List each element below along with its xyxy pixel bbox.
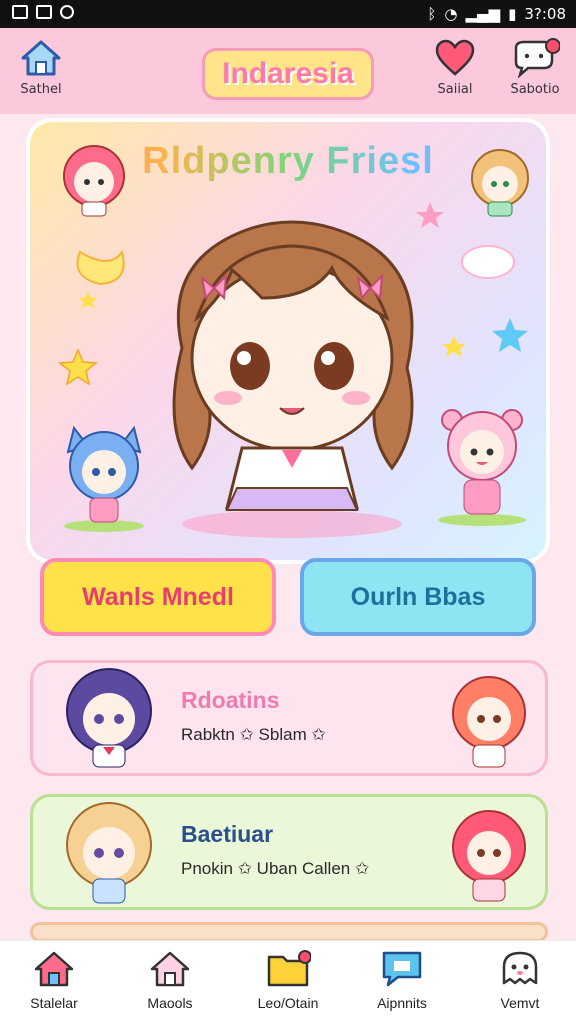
chibi-pink-bear-icon [438, 409, 526, 526]
chibi-purple-hair-avatar [66, 668, 152, 768]
list-card-partial[interactable] [30, 922, 548, 942]
folder-icon [267, 950, 311, 987]
app-header: Sathel Indaresia Saiial Sabotio [0, 28, 576, 114]
action-button-2[interactable]: Ourln Bbas [300, 558, 536, 636]
status-bar: ᛒ ◔ ▂▄▆ ▮ 3?:08 [0, 0, 576, 28]
main-character-illustration [172, 220, 414, 538]
chibi-coral-hair-avatar [452, 676, 526, 768]
ghost-icon [502, 951, 538, 985]
list-card[interactable]: Rdoatins Rabktn ✩ Sblam ✩ [30, 660, 548, 776]
favorites-button[interactable]: Saiial [420, 38, 490, 97]
card-subtitle: Rabktn ✩ Sblam ✩ [181, 725, 326, 744]
home-icon [150, 951, 190, 987]
nav-label: Leo/Otain [257, 995, 319, 1011]
nav-label: Maools [147, 995, 193, 1011]
card-title: Rdoatins [181, 687, 280, 713]
nav-label: Vemvt [500, 995, 540, 1011]
hero-banner[interactable]: Rldpenry Friesl [26, 118, 550, 564]
bluetooth-icon: ᛒ [427, 5, 437, 23]
messages-button[interactable]: Sabotio [500, 38, 570, 97]
home-button[interactable]: Sathel [6, 38, 76, 97]
globe-icon [60, 5, 74, 19]
chibi-red-hair-avatar [452, 810, 526, 902]
card-title: Baetiuar [181, 821, 274, 847]
battery-icon: ▮ [508, 5, 517, 23]
chibi-red-hair-icon [63, 145, 125, 217]
clock: 3?:08 [524, 5, 566, 23]
chibi-blonde-icon [471, 149, 529, 217]
chibi-blonde-avatar [66, 802, 152, 904]
gallery-icon [12, 5, 28, 19]
favorites-label: Saiial [437, 82, 473, 97]
image-icon [36, 5, 52, 19]
chat-icon [382, 951, 422, 987]
bottom-navigation: Stalelar Maools Leo/Otain Aipnnits Vemvt [0, 940, 576, 1025]
app-title: Indaresia [202, 48, 374, 100]
nav-item-4[interactable]: Aipnnits [354, 949, 450, 1011]
nav-item-1[interactable]: Stalelar [6, 949, 102, 1011]
nav-item-3[interactable]: Leo/Otain [240, 949, 336, 1011]
signal-icon: ▂▄▆ [465, 5, 501, 23]
home-label: Sathel [20, 82, 62, 97]
nav-item-2[interactable]: Maools [122, 949, 218, 1011]
messages-label: Sabotio [510, 82, 560, 97]
heart-icon [435, 39, 475, 76]
chibi-cat-ears-icon [64, 425, 144, 532]
chat-bubble-icon [514, 38, 560, 78]
wifi-icon: ◔ [444, 5, 458, 23]
nav-item-5[interactable]: Vemvt [472, 949, 568, 1011]
home-icon [21, 40, 61, 76]
action-button-1[interactable]: Wanls Mnedl [40, 558, 276, 636]
house-icon [34, 951, 74, 987]
nav-label: Aipnnits [377, 995, 427, 1011]
list-card[interactable]: Baetiuar Pnokin ✩ Uban Callen ✩ [30, 794, 548, 910]
nav-label: Stalelar [30, 995, 78, 1011]
card-subtitle: Pnokin ✩ Uban Callen ✩ [181, 859, 370, 878]
